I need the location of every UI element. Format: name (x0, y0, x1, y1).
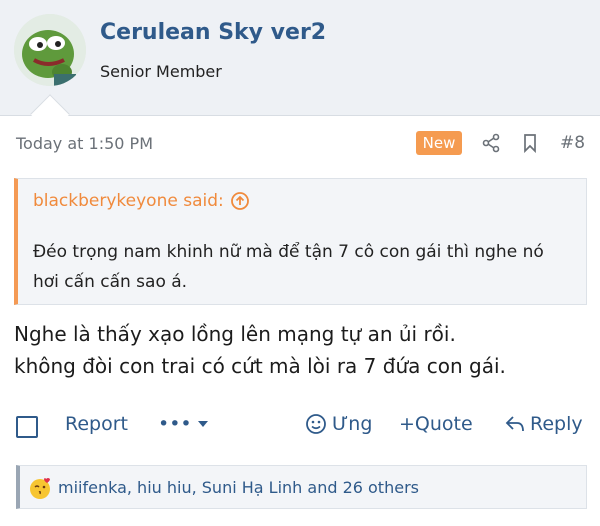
reply-label: Reply (530, 413, 583, 435)
post-message: Nghe là thấy xạo lồng lên mạng tự an ủi … (14, 318, 594, 382)
smiley-icon (306, 414, 326, 434)
share-icon[interactable] (481, 133, 501, 153)
avatar[interactable] (14, 14, 86, 86)
post-number[interactable]: #8 (560, 133, 585, 153)
more-label: ••• (158, 413, 192, 435)
quote-header[interactable]: blackberykeyone said: (33, 191, 250, 211)
arrow-up-circle-icon[interactable] (230, 191, 250, 211)
react-label: Ưng (332, 413, 373, 435)
pepe-frog-avatar-icon (14, 14, 86, 86)
reactions-bar[interactable]: miifenka, hiu hiu, Suni Hạ Linh and 26 o… (16, 465, 587, 509)
quote-block: blackberykeyone said: Đéo trọng nam khin… (14, 178, 587, 305)
user-header: Cerulean Sky ver2 Senior Member (0, 0, 600, 116)
message-line-2: không đòi con trai có cứt mà lòi ra 7 đứ… (14, 354, 506, 378)
post-actions: Report ••• Ưng +Quote Reply (0, 408, 600, 444)
report-label: Report (65, 413, 128, 435)
username[interactable]: Cerulean Sky ver2 (100, 20, 326, 45)
post-timestamp[interactable]: Today at 1:50 PM (16, 134, 153, 153)
chevron-down-icon (197, 421, 208, 427)
kiss-emoji-icon (30, 478, 50, 499)
message-line-1: Nghe là thấy xạo lồng lên mạng tự an ủi … (14, 322, 456, 346)
more-menu-button[interactable]: ••• (158, 413, 209, 435)
quote-button[interactable]: +Quote (399, 413, 473, 435)
post-meta: Today at 1:50 PM New #8 (0, 128, 600, 162)
quote-author[interactable]: blackberykeyone said: (33, 191, 224, 211)
reply-button[interactable]: Reply (505, 413, 583, 435)
quote-label: +Quote (399, 413, 473, 435)
user-title: Senior Member (100, 62, 222, 81)
reactions-text[interactable]: miifenka, hiu hiu, Suni Hạ Linh and 26 o… (58, 478, 419, 497)
bookmark-icon[interactable] (520, 133, 540, 153)
report-button[interactable]: Report (65, 413, 128, 435)
reply-arrow-icon (505, 416, 524, 432)
select-checkbox[interactable] (16, 416, 38, 438)
react-button[interactable]: Ưng (305, 413, 372, 435)
quote-text: Đéo trọng nam khinh nữ mà để tận 7 cô co… (33, 242, 544, 292)
new-badge: New (416, 131, 462, 155)
